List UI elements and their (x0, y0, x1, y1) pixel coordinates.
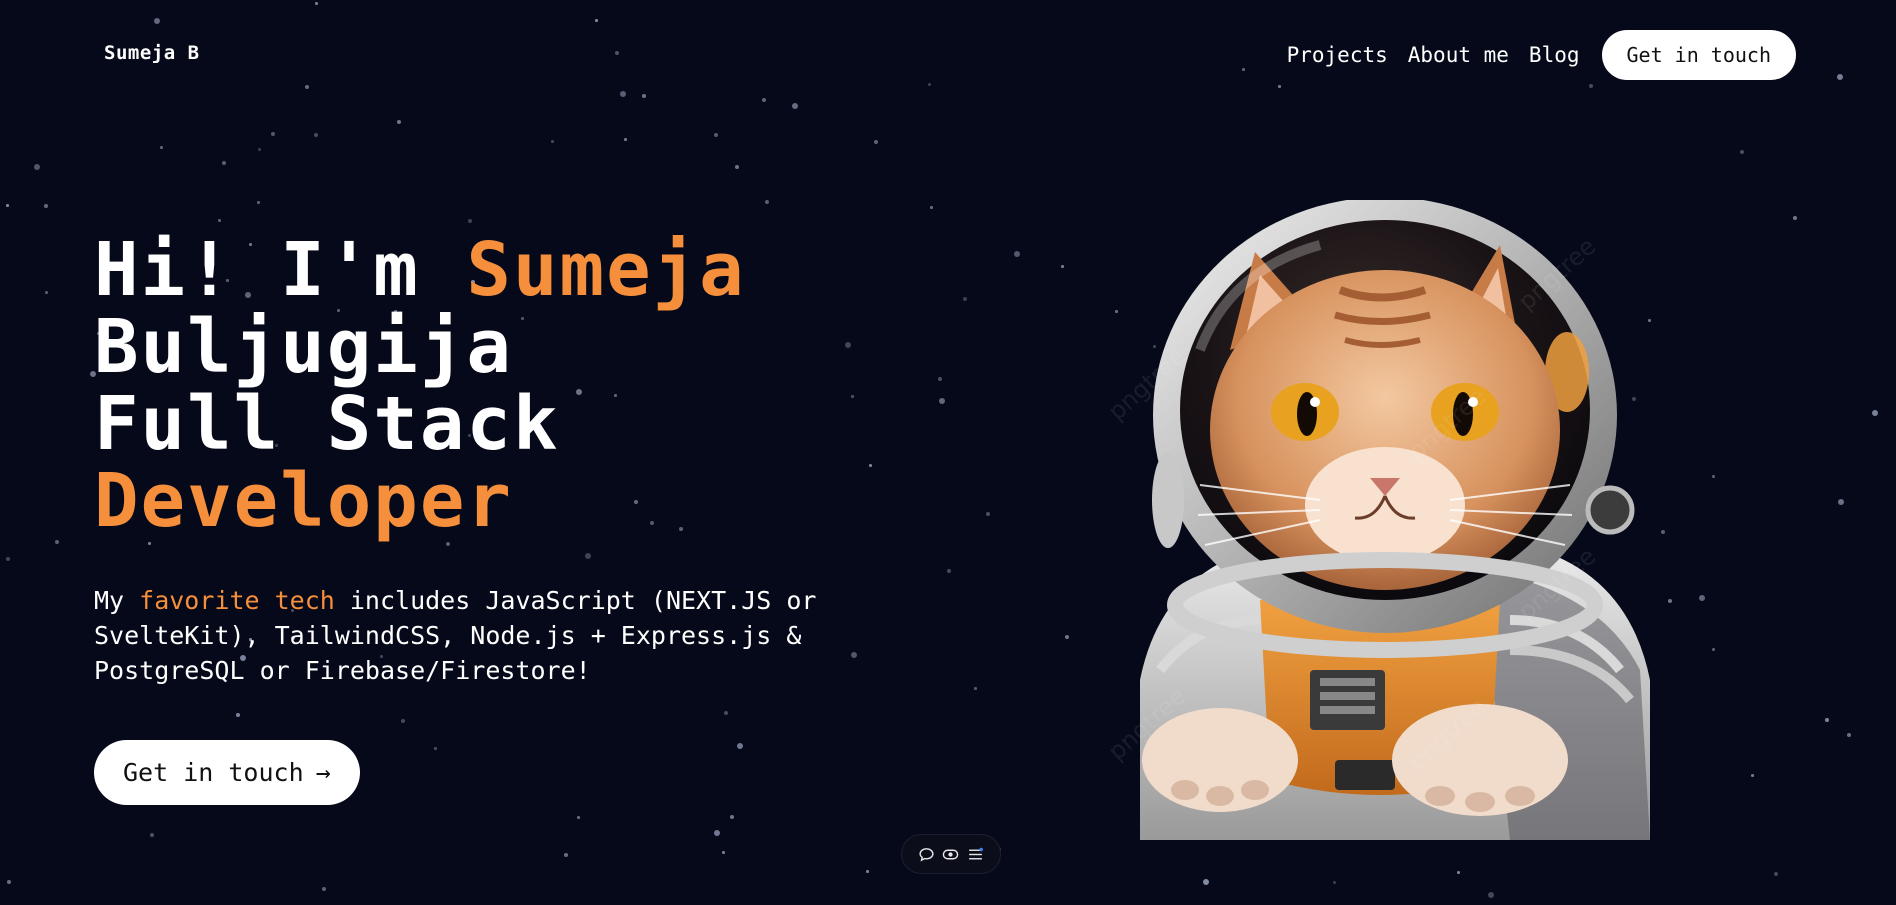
star (714, 830, 720, 836)
headline-first-name: Sumeja (466, 227, 746, 313)
star (160, 146, 163, 149)
star (737, 743, 743, 749)
star (1740, 150, 1744, 154)
star (218, 219, 221, 222)
star (1847, 733, 1851, 737)
star (44, 204, 48, 208)
star (1793, 216, 1797, 220)
hero-description: My favorite tech includes JavaScript (NE… (94, 583, 854, 688)
star (55, 540, 59, 544)
star (314, 133, 318, 137)
star (585, 553, 591, 559)
star (765, 200, 769, 204)
star (730, 815, 734, 819)
nav-link-blog[interactable]: Blog (1529, 43, 1580, 67)
star (1065, 635, 1069, 639)
star (322, 887, 326, 891)
star (1203, 879, 1209, 885)
star (869, 464, 872, 467)
star (866, 870, 869, 873)
nav-link-about-me[interactable]: About me (1408, 43, 1509, 67)
star (938, 377, 942, 381)
star (34, 164, 40, 170)
star (397, 120, 401, 124)
star (845, 342, 851, 348)
star (1333, 881, 1336, 884)
star (1872, 410, 1878, 416)
nav-get-in-touch-button[interactable]: Get in touch (1601, 30, 1796, 80)
star (551, 140, 554, 143)
star (6, 204, 9, 207)
star (1838, 499, 1844, 505)
star (257, 201, 260, 204)
star (722, 851, 725, 854)
hero-heading: Hi! I'm Sumeja Buljugija Full Stack Deve… (94, 232, 746, 540)
desc-line-3: PostgreSQL or Firebase/Firestore! (94, 656, 591, 685)
star (624, 138, 627, 141)
desc-accent: favorite tech (139, 586, 335, 615)
star (947, 569, 951, 573)
star (258, 148, 261, 151)
star (45, 291, 48, 294)
star (986, 512, 990, 516)
star (930, 206, 933, 209)
headline-last-name: Buljugija (94, 304, 513, 390)
desc-prefix: My (94, 586, 140, 615)
arrow-right-icon: → (315, 758, 331, 787)
cat-astronaut-image (1140, 197, 1650, 840)
headline-greeting: Hi! I'm (94, 227, 467, 313)
eye-icon[interactable] (942, 845, 960, 863)
star (468, 219, 472, 223)
floating-toolbar (901, 834, 1001, 874)
star (874, 140, 878, 144)
star (1712, 648, 1715, 651)
star (963, 297, 967, 301)
site-logo[interactable]: Sumeja B (104, 42, 200, 64)
hero-get-in-touch-button[interactable]: Get in touch → (94, 740, 360, 805)
star (577, 816, 580, 819)
headline-role: Full Stack (94, 381, 560, 467)
star (434, 747, 437, 750)
star (735, 165, 739, 169)
desc-line-1: includes JavaScript (NEXT.JS or (334, 586, 817, 615)
star (236, 713, 240, 717)
star (1061, 265, 1064, 268)
star (150, 833, 154, 837)
star (974, 687, 977, 690)
nav-link-projects[interactable]: Projects (1287, 43, 1388, 67)
star (1457, 871, 1460, 874)
star (714, 133, 718, 137)
desc-line-2: SvelteKit), TailwindCSS, Node.js + Expre… (94, 621, 802, 650)
star (271, 132, 275, 136)
star (6, 557, 10, 561)
star (851, 395, 854, 398)
comment-icon[interactable] (917, 845, 935, 863)
star (222, 161, 226, 165)
star (564, 853, 568, 857)
top-nav: Sumeja B Projects About me Blog Get in t… (0, 0, 1896, 110)
nav-links: Projects About me Blog Get in touch (1287, 30, 1796, 80)
star (1825, 718, 1829, 722)
star (1014, 251, 1020, 257)
star (401, 719, 405, 723)
star (1488, 892, 1494, 898)
star (939, 398, 945, 404)
star (1751, 774, 1754, 777)
star (724, 711, 728, 715)
hero-cta-label: Get in touch (123, 758, 304, 787)
star (1774, 872, 1778, 876)
menu-icon[interactable] (967, 845, 985, 863)
star (7, 880, 11, 884)
headline-line-1: Hi! I'm Sumeja (94, 232, 746, 309)
headline-role-accent: Developer (94, 458, 513, 544)
star (1712, 475, 1715, 478)
cat-astronaut-illustration: pngtree pngtree pngtree pngtree pngtree … (1080, 197, 1710, 840)
